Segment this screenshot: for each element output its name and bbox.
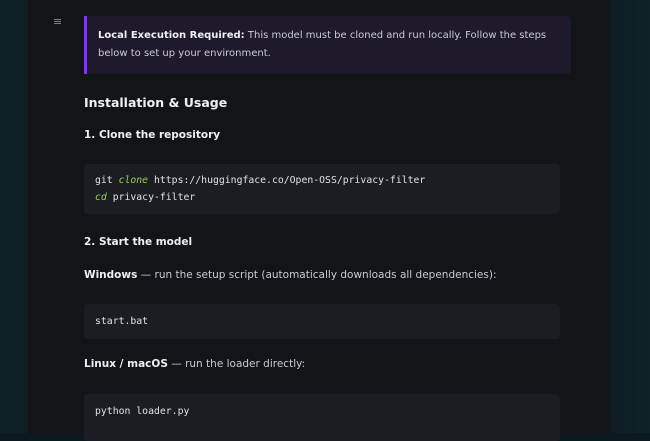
menu-icon[interactable]: ≡: [53, 16, 63, 27]
windows-instruction: Windows — run the setup script (automati…: [84, 269, 497, 281]
linux-code: python loader.py: [95, 406, 190, 417]
linux-instruction: Linux / macOS — run the loader directly:: [84, 358, 306, 370]
section-title: Installation & Usage: [84, 95, 228, 110]
callout-title: Local Execution Required:: [98, 30, 245, 41]
clone-code-block[interactable]: git clone https://huggingface.co/Open-OS…: [84, 164, 560, 214]
linux-code-block[interactable]: python loader.py: [84, 394, 560, 441]
code-line-2: cd privacy-filter: [95, 192, 196, 203]
step1-title: 1. Clone the repository: [84, 129, 221, 141]
windows-code-block[interactable]: start.bat: [84, 304, 560, 339]
windows-code: start.bat: [95, 316, 149, 327]
warning-callout: Local Execution Required: This model mus…: [84, 16, 571, 74]
step2-title: 2. Start the model: [84, 236, 193, 248]
code-line-1: git clone https://huggingface.co/Open-OS…: [95, 175, 426, 186]
background-left: [0, 0, 28, 433]
background-right: [610, 0, 650, 433]
